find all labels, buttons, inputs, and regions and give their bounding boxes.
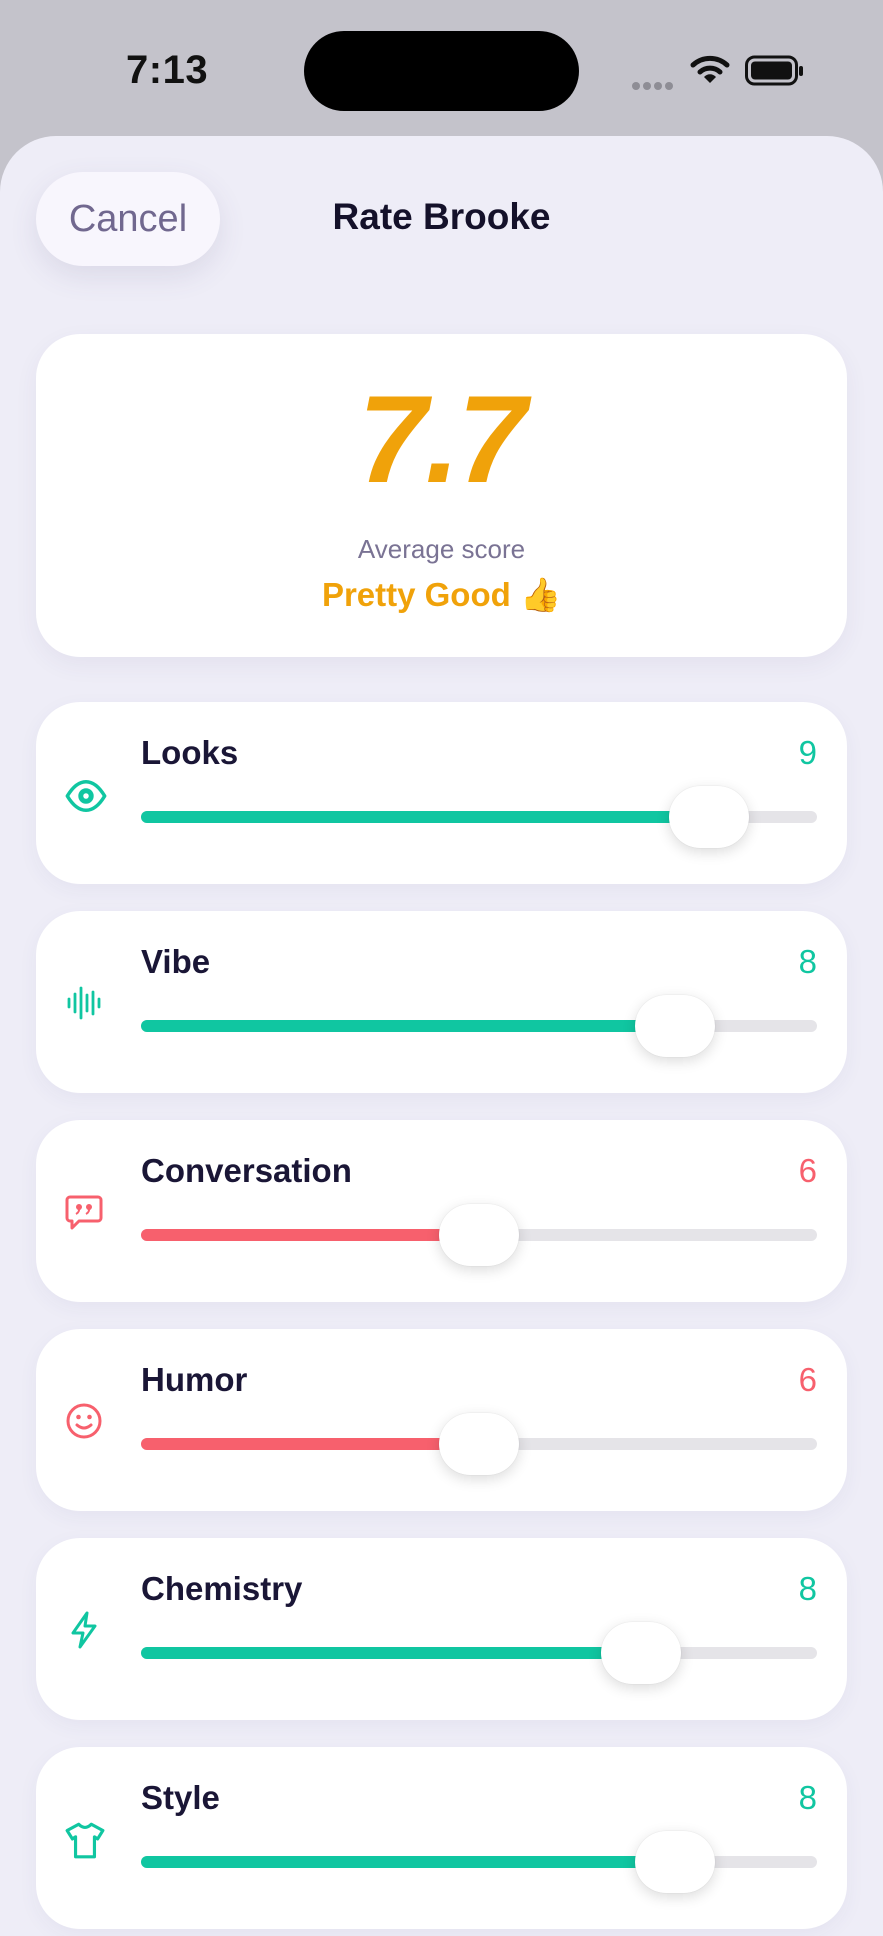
rating-label: Chemistry	[141, 1570, 303, 1607]
rating-slider[interactable]	[141, 1204, 817, 1266]
slider-fill	[141, 1856, 675, 1868]
average-score-value: 7.7	[358, 371, 526, 509]
tshirt-icon	[64, 1819, 105, 1859]
rating-slider[interactable]	[141, 995, 817, 1057]
page-title: Rate Brooke	[332, 196, 551, 237]
rating-value: 8	[798, 1570, 817, 1607]
rating-slider[interactable]	[141, 786, 817, 848]
rating-value: 6	[798, 1152, 817, 1189]
slider-fill	[141, 811, 709, 823]
rating-value: 6	[798, 1361, 817, 1398]
rating-card-humor: Humor 6	[36, 1329, 847, 1511]
slider-thumb[interactable]	[635, 1831, 715, 1893]
average-score-card: 7.7 Average score Pretty Good 👍	[36, 334, 847, 657]
quote-bubble-icon	[64, 1192, 104, 1232]
rating-value: 8	[798, 1779, 817, 1816]
rating-card-vibe: Vibe 8	[36, 911, 847, 1093]
slider-fill	[141, 1647, 641, 1659]
rating-card-style: Style 8	[36, 1747, 847, 1929]
slider-fill	[141, 1229, 479, 1241]
rating-card-chemistry: Chemistry 8	[36, 1538, 847, 1720]
rating-value: 9	[798, 734, 817, 771]
rating-label: Conversation	[141, 1152, 352, 1189]
rating-label: Looks	[141, 734, 239, 771]
rating-card-looks: Looks 9	[36, 702, 847, 884]
slider-fill	[141, 1020, 675, 1032]
slider-thumb[interactable]	[635, 995, 715, 1057]
rating-value: 8	[798, 943, 817, 980]
smiley-icon	[64, 1401, 104, 1441]
status-bar: 7:13	[0, 0, 883, 135]
average-score-caption: Average score	[357, 534, 526, 564]
score-verdict: Pretty Good 👍	[321, 576, 562, 613]
waveform-icon	[64, 983, 104, 1023]
rating-label: Humor	[141, 1361, 248, 1398]
wifi-icon	[690, 55, 730, 83]
slider-thumb[interactable]	[601, 1622, 681, 1684]
rating-label: Style	[141, 1779, 220, 1816]
rating-card-conversation: Conversation 6	[36, 1120, 847, 1302]
dynamic-island	[304, 31, 579, 111]
rating-label: Vibe	[141, 943, 211, 980]
rating-slider[interactable]	[141, 1413, 817, 1475]
eye-icon	[64, 774, 107, 814]
slider-thumb[interactable]	[669, 786, 749, 848]
slider-thumb[interactable]	[439, 1204, 519, 1266]
rating-slider[interactable]	[141, 1622, 817, 1684]
cellular-signal-icon	[632, 77, 676, 95]
status-time: 7:13	[126, 48, 209, 92]
rating-slider[interactable]	[141, 1831, 817, 1893]
bolt-icon	[64, 1610, 104, 1650]
battery-icon	[745, 55, 803, 86]
slider-thumb[interactable]	[439, 1413, 519, 1475]
slider-fill	[141, 1438, 479, 1450]
